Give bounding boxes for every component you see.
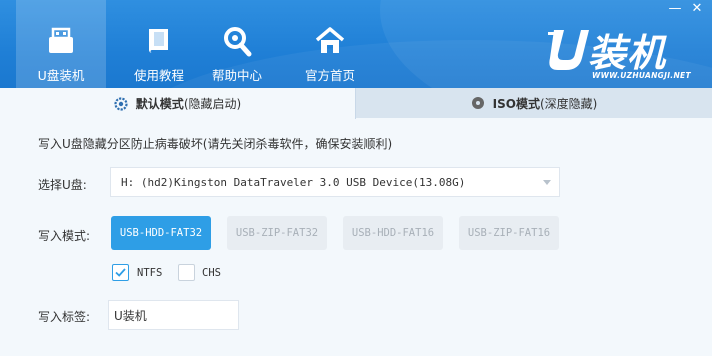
nav-label: 帮助中心 — [211, 68, 262, 83]
disk-select[interactable]: H: (hd2)Kingston DataTraveler 3.0 USB De… — [110, 167, 560, 197]
mode-usb-hdd-fat16-button[interactable]: USB-HDD-FAT16 — [343, 216, 443, 250]
magnifier-help-icon — [219, 24, 255, 58]
minimize-button[interactable]: — — [668, 2, 682, 16]
usb-drive-icon — [43, 24, 79, 58]
chs-checkbox[interactable] — [178, 264, 195, 281]
chevron-down-icon — [543, 180, 551, 185]
nav-tutorial[interactable]: 使用教程 — [114, 0, 204, 88]
tag-label: 写入标签: — [38, 310, 91, 324]
tab-default-mode[interactable]: 默认模式 (隐藏启动) — [0, 88, 356, 119]
brand-name: 装机 — [588, 31, 667, 75]
mode-label: 写入模式: — [38, 229, 91, 243]
tab-title: 默认模式 — [135, 97, 184, 111]
home-icon — [312, 24, 348, 58]
chs-label: CHS — [202, 267, 221, 279]
tag-input[interactable] — [108, 300, 239, 330]
nav-official-home[interactable]: 官方首页 — [285, 0, 375, 88]
ntfs-checkbox[interactable] — [112, 264, 129, 281]
ntfs-label: NTFS — [137, 267, 163, 279]
mode-usb-hdd-fat32-button[interactable]: USB-HDD-FAT32 — [111, 216, 211, 250]
checkmark-icon — [115, 268, 126, 277]
nav-usb-install[interactable]: U盘装机 — [16, 0, 106, 88]
header-bar: U盘装机 使用教程 帮助中心 官方首页 装机 WWW.UZHUANGJI.NET… — [0, 0, 712, 88]
mode-usb-zip-fat16-button[interactable]: USB-ZIP-FAT16 — [459, 216, 559, 250]
hint-text: 写入U盘隐藏分区防止病毒破坏(请先关闭杀毒软件，确保安装顺利) — [38, 137, 393, 151]
tab-title: ISO模式 — [492, 96, 540, 111]
book-icon — [141, 24, 177, 58]
disk-label: 选择U盘: — [38, 178, 87, 192]
gear-icon — [114, 96, 128, 111]
nav-label: 使用教程 — [133, 68, 184, 83]
mode-usb-zip-fat32-button[interactable]: USB-ZIP-FAT32 — [227, 216, 327, 250]
nav-label: U盘装机 — [37, 68, 85, 83]
tab-subtitle: (深度隐藏) — [539, 96, 598, 111]
mode-tabs: 默认模式 (隐藏启动) ISO模式 (深度隐藏) — [0, 88, 712, 119]
nav-label: 官方首页 — [304, 68, 355, 83]
brand-logo: 装机 WWW.UZHUANGJI.NET — [548, 20, 698, 82]
brand-url: WWW.UZHUANGJI.NET — [592, 71, 691, 80]
close-button[interactable]: ✕ — [690, 2, 704, 16]
tab-subtitle: (隐藏启动) — [183, 97, 242, 111]
nav-help-center[interactable]: 帮助中心 — [192, 0, 282, 88]
disc-icon — [471, 97, 484, 109]
tab-iso-mode[interactable]: ISO模式 (深度隐藏) — [356, 88, 712, 118]
u-logo-icon — [548, 30, 589, 70]
disk-select-value: H: (hd2)Kingston DataTraveler 3.0 USB De… — [121, 175, 466, 189]
